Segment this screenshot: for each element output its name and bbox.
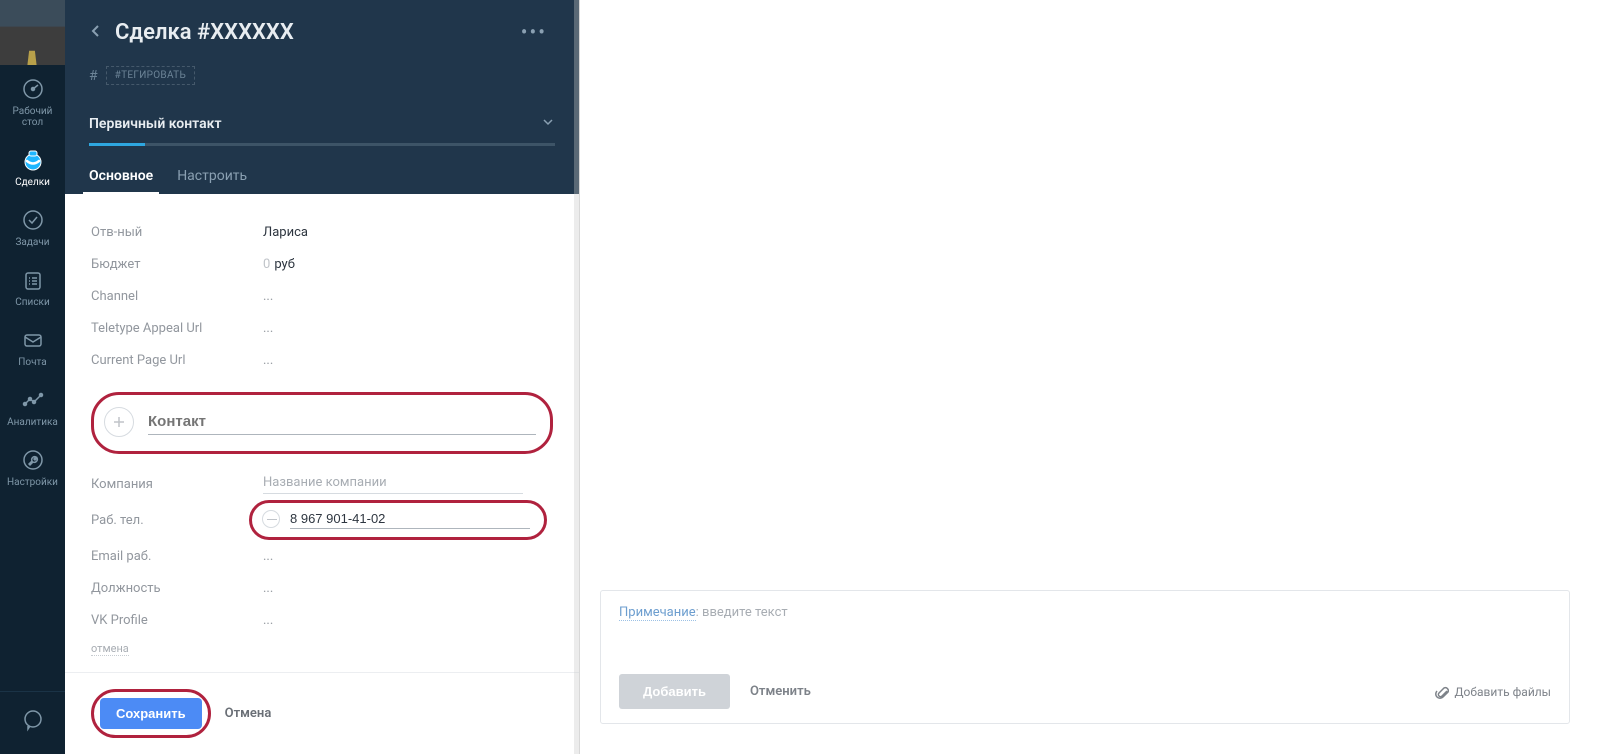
field-label-curpage: Current Page Url (91, 353, 263, 368)
check-circle-icon (19, 206, 47, 234)
feed-area: Примечание: введите текст Добавить Отмен… (580, 0, 1600, 754)
field-value-email[interactable]: ... (263, 549, 553, 564)
analytics-icon (19, 386, 47, 414)
attach-files-link[interactable]: Добавить файлы (1435, 685, 1552, 699)
phone-type-icon[interactable] (262, 510, 280, 528)
note-label: Примечание (619, 605, 696, 621)
phone-input[interactable] (290, 509, 530, 529)
field-label-position: Должность (91, 581, 263, 596)
sidebar-item-mail[interactable]: Почта (0, 316, 65, 376)
tag-input[interactable]: #ТЕГИРОВАТЬ (106, 66, 195, 85)
save-button[interactable]: Сохранить (100, 698, 202, 729)
deal-body: Отв-ный Лариса Бюджет 0руб Channel ... T… (65, 194, 579, 672)
sidebar-item-label: Настройки (7, 477, 58, 488)
sidebar-item-label: Почта (18, 357, 46, 368)
deal-header: Сделка #XXXXXX ••• # #ТЕГИРОВАТЬ Первичн… (65, 0, 579, 194)
field-value-curpage[interactable]: ... (263, 353, 553, 368)
avatar[interactable] (0, 0, 65, 65)
back-icon[interactable] (89, 24, 105, 40)
list-icon (19, 266, 47, 294)
field-value-responsible[interactable]: Лариса (263, 225, 553, 240)
paperclip-icon (1435, 685, 1449, 699)
chat-icon (19, 706, 47, 734)
tab-configure[interactable]: Настроить (177, 160, 247, 194)
deal-title[interactable]: Сделка #XXXXXX (115, 20, 513, 45)
sidebar-item-chat[interactable] (0, 692, 65, 742)
pipeline-progress[interactable] (89, 143, 555, 146)
field-value-teletype[interactable]: ... (263, 321, 553, 336)
wrench-icon (19, 446, 47, 474)
field-value-budget[interactable]: 0руб (263, 257, 553, 272)
tab-main[interactable]: Основное (89, 160, 153, 194)
mail-icon (19, 326, 47, 354)
sidebar-item-label: Задачи (15, 237, 49, 248)
highlight-contact (91, 392, 553, 454)
deals-icon (19, 146, 47, 174)
field-label-vk: VK Profile (91, 613, 263, 628)
sidebar-item-lists[interactable]: Списки (0, 256, 65, 316)
status-label: Первичный контакт (89, 116, 222, 132)
cancel-contact-link[interactable]: отмена (91, 642, 129, 656)
contact-name-input[interactable] (148, 409, 536, 435)
field-label-teletype: Teletype Appeal Url (91, 321, 263, 336)
field-value-position[interactable]: ... (263, 581, 553, 596)
deal-panel: Сделка #XXXXXX ••• # #ТЕГИРОВАТЬ Первичн… (65, 0, 580, 754)
field-label-company: Компания (91, 477, 263, 492)
field-label-budget: Бюджет (91, 257, 263, 272)
chevron-down-icon (541, 115, 555, 133)
sidebar-item-label: Рабочий стол (13, 106, 53, 128)
sidebar-item-label: Списки (15, 297, 49, 308)
field-label-phone: Раб. тел. (91, 513, 263, 528)
sidebar-item-settings[interactable]: Настройки (0, 436, 65, 496)
field-label-channel: Channel (91, 289, 263, 304)
sidebar-item-label: Сделки (15, 177, 50, 188)
field-label-email: Email раб. (91, 549, 263, 564)
add-note-button[interactable]: Добавить (619, 674, 730, 709)
panel-footer: Сохранить Отмена (65, 672, 579, 754)
field-value-company[interactable]: Название компании (263, 475, 553, 494)
field-label-responsible: Отв-ный (91, 225, 263, 240)
more-button[interactable]: ••• (513, 16, 555, 48)
plus-icon[interactable] (104, 407, 134, 437)
sidebar-item-analytics[interactable]: Аналитика (0, 376, 65, 436)
cancel-note-button[interactable]: Отменить (750, 684, 811, 699)
highlight-phone (249, 500, 547, 540)
field-value-vk[interactable]: ... (263, 613, 553, 628)
note-input[interactable]: Примечание: введите текст (601, 591, 1569, 660)
highlight-save: Сохранить (91, 689, 211, 738)
hash-icon: # (89, 68, 98, 84)
status-dropdown[interactable]: Первичный контакт (89, 115, 555, 133)
sidebar-item-deals[interactable]: Сделки (0, 136, 65, 196)
sidebar: Рабочий стол Сделки Задачи Списки Почта (0, 0, 65, 754)
note-composer: Примечание: введите текст Добавить Отмен… (600, 590, 1570, 724)
sidebar-item-dashboard[interactable]: Рабочий стол (0, 65, 65, 136)
field-value-channel[interactable]: ... (263, 289, 553, 304)
sidebar-item-tasks[interactable]: Задачи (0, 196, 65, 256)
gauge-icon (19, 75, 47, 103)
sidebar-item-label: Аналитика (7, 417, 58, 428)
cancel-button[interactable]: Отмена (225, 706, 272, 721)
